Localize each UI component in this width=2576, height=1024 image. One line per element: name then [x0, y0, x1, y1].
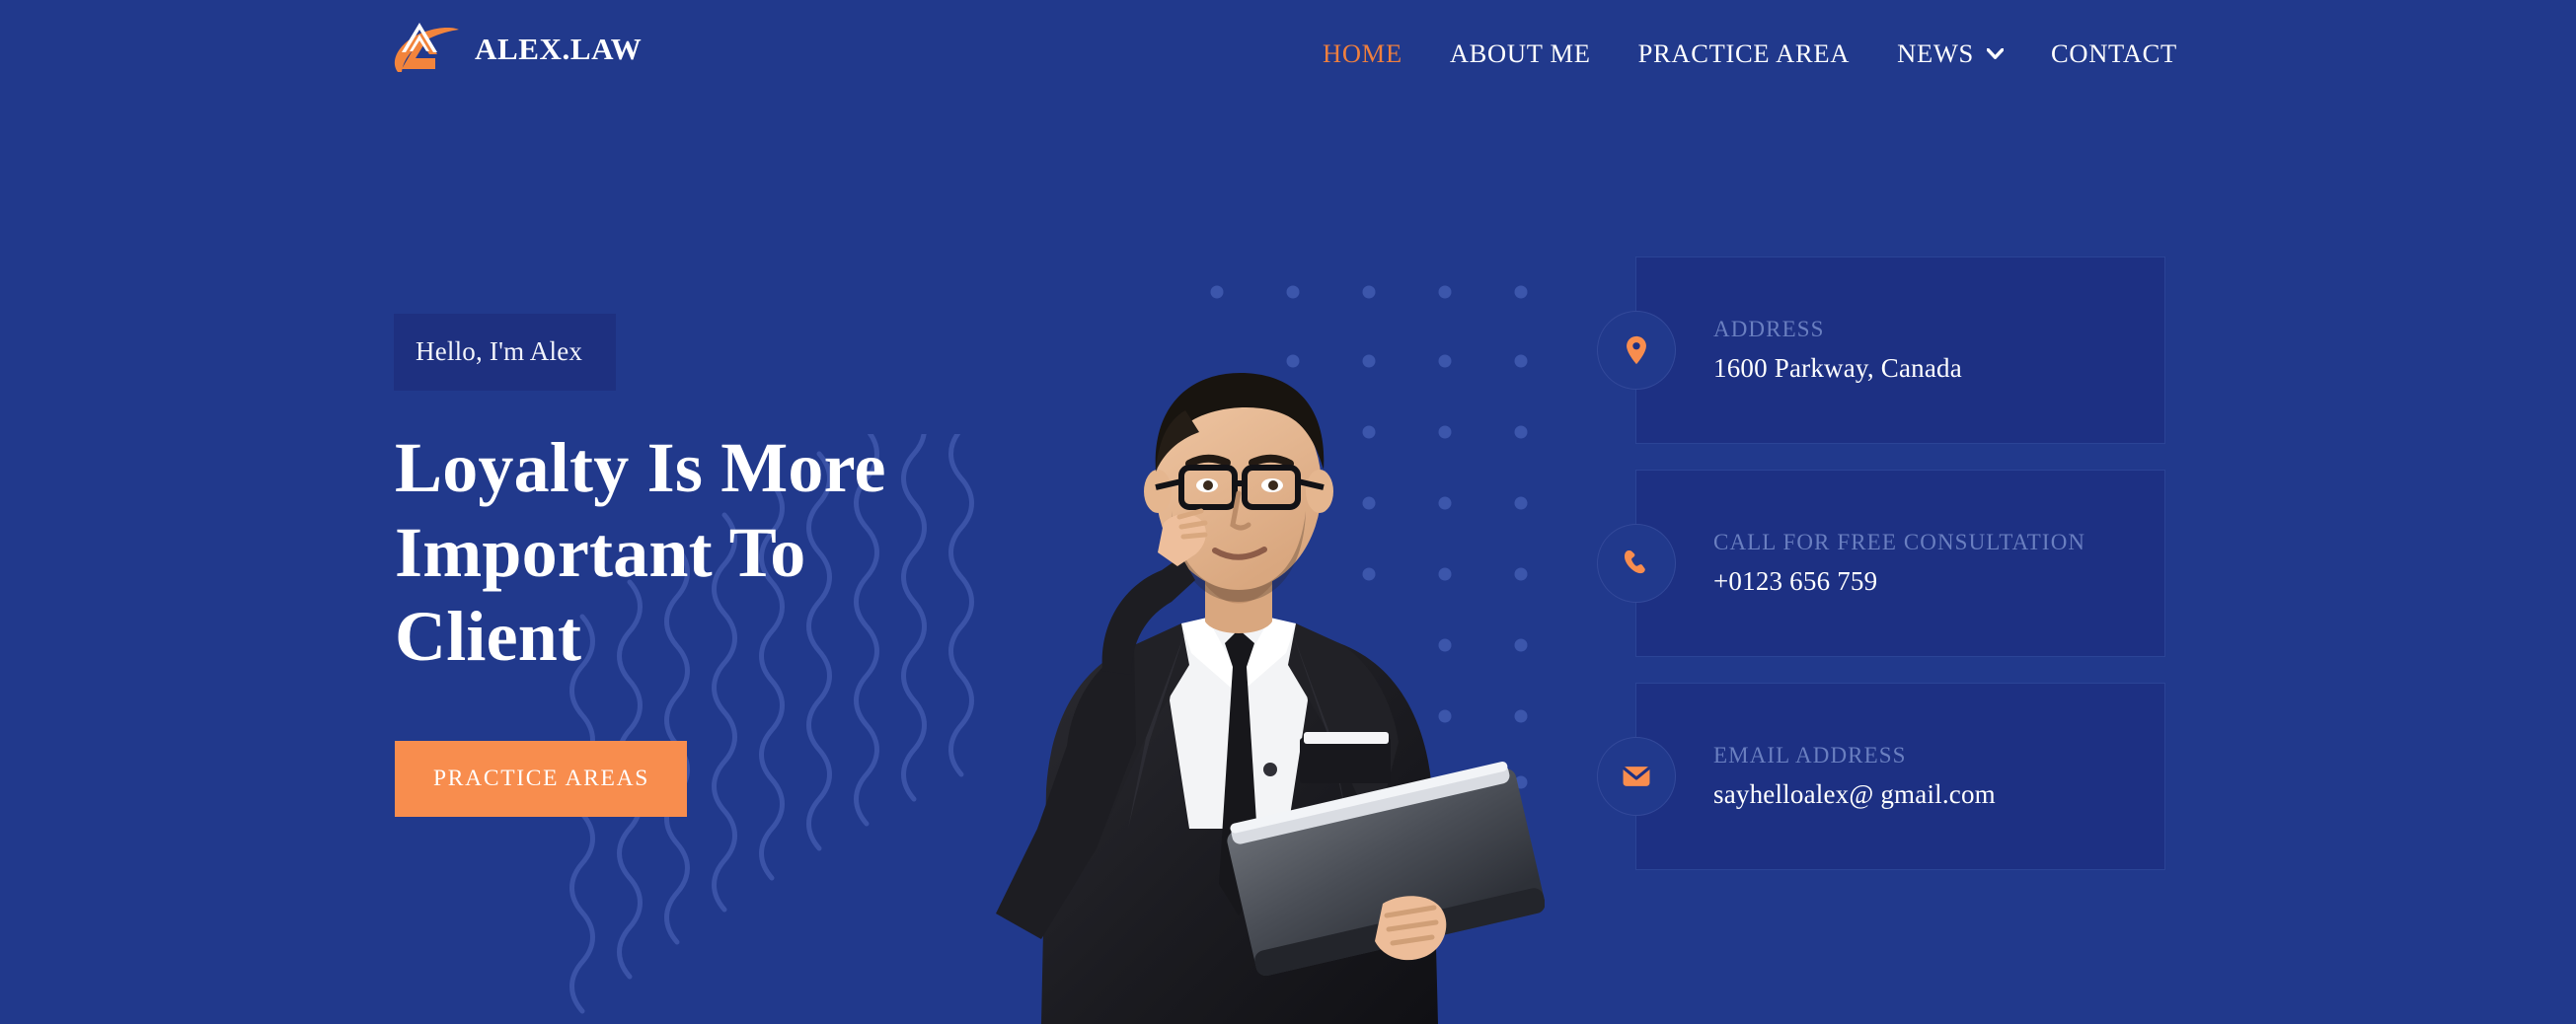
nav-item-label: HOME — [1323, 37, 1402, 68]
chevron-down-icon — [1987, 47, 2004, 59]
email-value: sayhelloalex@ gmail.com — [1713, 779, 1996, 809]
nav-item-label: PRACTICE AREA — [1637, 37, 1851, 68]
address-label: ADDRESS — [1713, 317, 1825, 341]
practice-areas-button[interactable]: PRACTICE AREAS — [395, 741, 688, 818]
hero-greeting-badge: Hello, I'm Alex — [394, 314, 617, 391]
nav-item-contact[interactable]: CONTACT — [2051, 38, 2177, 69]
nav-item-label: ABOUT ME — [1449, 37, 1591, 68]
hero-section: ALEX.LAW HOME ABOUT ME PRACTICE AREA NEW… — [0, 0, 2576, 1024]
email-icon-circle — [1597, 737, 1676, 816]
hero-greeting-text: Hello, I'm Alex — [416, 336, 583, 366]
brand-logo[interactable]: ALEX.LAW — [378, 4, 642, 95]
address-icon-circle — [1597, 311, 1676, 390]
brand-name: ALEX.LAW — [475, 32, 643, 66]
nav-item-label: CONTACT — [2051, 37, 2177, 68]
nav-item-practice-area[interactable]: PRACTICE AREA — [1638, 38, 1851, 69]
nav-item-news[interactable]: NEWS — [1897, 38, 2004, 69]
map-pin-icon — [1627, 335, 1646, 365]
email-label: EMAIL ADDRESS — [1713, 743, 1907, 768]
chevron-swoosh-logo-icon — [394, 23, 459, 72]
hero-content: Hello, I'm Alex Loyalty Is More Importan… — [394, 314, 1007, 818]
phone-icon-circle — [1597, 524, 1676, 603]
phone-icon — [1624, 549, 1645, 574]
page-title: Loyalty Is More Important To Client — [395, 428, 886, 677]
nav-item-home[interactable]: HOME — [1323, 38, 1402, 69]
info-card-phone[interactable]: CALL FOR FREE CONSULTATION +0123 656 759 — [1597, 470, 2165, 657]
email-card-body: EMAIL ADDRESS sayhelloalex@ gmail.com — [1713, 743, 1996, 810]
phone-value: +0123 656 759 — [1713, 566, 1878, 596]
main-navigation: HOME ABOUT ME PRACTICE AREA NEWS CONTACT — [1323, 0, 2177, 103]
phone-label: CALL FOR FREE CONSULTATION — [1713, 530, 2086, 554]
nav-item-label: NEWS — [1897, 37, 1974, 68]
envelope-icon — [1623, 767, 1650, 786]
info-card-email[interactable]: EMAIL ADDRESS sayhelloalex@ gmail.com — [1597, 683, 2165, 870]
site-header: ALEX.LAW HOME ABOUT ME PRACTICE AREA NEW… — [0, 0, 2576, 103]
phone-card-body: CALL FOR FREE CONSULTATION +0123 656 759 — [1713, 530, 2085, 597]
contact-info-cards: ADDRESS 1600 Parkway, Canada CALL FOR FR… — [1597, 256, 2165, 870]
info-card-address[interactable]: ADDRESS 1600 Parkway, Canada — [1597, 256, 2165, 444]
address-card-body: ADDRESS 1600 Parkway, Canada — [1713, 317, 1962, 384]
address-value: 1600 Parkway, Canada — [1713, 353, 1962, 383]
nav-item-about-me[interactable]: ABOUT ME — [1450, 38, 1591, 69]
